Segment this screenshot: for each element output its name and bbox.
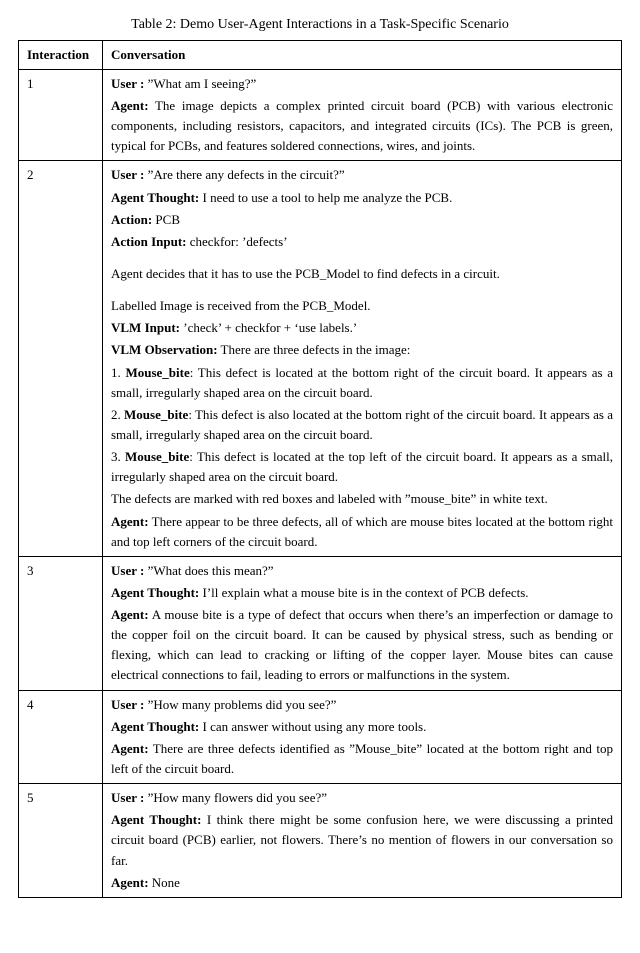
user-label: User : bbox=[111, 167, 144, 182]
table-header-row: Interaction Conversation bbox=[19, 40, 622, 69]
user-text: ”What does this mean?” bbox=[144, 563, 273, 578]
interaction-number: 2 bbox=[19, 161, 103, 556]
user-label: User : bbox=[111, 563, 144, 578]
conversation-cell: User : ”What does this mean?” Agent Thou… bbox=[103, 556, 622, 690]
agent-label: Agent: bbox=[111, 514, 149, 529]
conversation-cell: User : ”What am I seeing?” Agent: The im… bbox=[103, 69, 622, 161]
interactions-table: Interaction Conversation 1 User : ”What … bbox=[18, 40, 622, 898]
user-text: ”How many flowers did you see?” bbox=[144, 790, 327, 805]
agent-thought-label: Agent Thought: bbox=[111, 812, 201, 827]
table-caption: Table 2: Demo User-Agent Interactions in… bbox=[18, 14, 622, 36]
vlm-obs-label: VLM Observation: bbox=[111, 342, 218, 357]
conversation-cell: User : ”How many flowers did you see?” A… bbox=[103, 784, 622, 898]
agent-thought-text: I can answer without using any more tool… bbox=[199, 719, 426, 734]
agent-thought-line: Agent Thought: I need to use a tool to h… bbox=[111, 188, 613, 208]
narrative-line: Labelled Image is received from the PCB_… bbox=[111, 296, 613, 316]
agent-line: Agent: The image depicts a complex print… bbox=[111, 96, 613, 156]
defect-name: Mouse_bite bbox=[125, 365, 189, 380]
interaction-number: 5 bbox=[19, 784, 103, 898]
agent-label: Agent: bbox=[111, 741, 149, 756]
vlm-input-text: ’check’ + checkfor + ‘use labels.’ bbox=[180, 320, 357, 335]
agent-text: None bbox=[149, 875, 180, 890]
action-line: Action: PCB bbox=[111, 210, 613, 230]
agent-thought-text: I’ll explain what a mouse bite is in the… bbox=[199, 585, 528, 600]
action-input-text: checkfor: ’defects’ bbox=[187, 234, 288, 249]
agent-thought-line: Agent Thought: I’ll explain what a mouse… bbox=[111, 583, 613, 603]
agent-thought-text: I need to use a tool to help me analyze … bbox=[199, 190, 452, 205]
agent-thought-label: Agent Thought: bbox=[111, 719, 199, 734]
vlm-obs-text: There are three defects in the image: bbox=[218, 342, 411, 357]
agent-line: Agent: A mouse bite is a type of defect … bbox=[111, 605, 613, 686]
user-line: User : ”Are there any defects in the cir… bbox=[111, 165, 613, 185]
table-row: 4 User : ”How many problems did you see?… bbox=[19, 690, 622, 784]
defect-prefix: 2. bbox=[111, 407, 124, 422]
agent-text: The image depicts a complex printed circ… bbox=[111, 98, 613, 153]
defect-prefix: 1. bbox=[111, 365, 125, 380]
action-text: PCB bbox=[152, 212, 180, 227]
agent-label: Agent: bbox=[111, 98, 149, 113]
agent-label: Agent: bbox=[111, 875, 149, 890]
narrative-line: Agent decides that it has to use the PCB… bbox=[111, 264, 613, 284]
user-label: User : bbox=[111, 76, 144, 91]
interaction-number: 3 bbox=[19, 556, 103, 690]
defect-name: Mouse_bite bbox=[124, 407, 188, 422]
table-row: 1 User : ”What am I seeing?” Agent: The … bbox=[19, 69, 622, 161]
action-input-label: Action Input: bbox=[111, 234, 187, 249]
defect-tail: The defects are marked with red boxes an… bbox=[111, 489, 613, 509]
vlm-obs-line: VLM Observation: There are three defects… bbox=[111, 340, 613, 360]
user-label: User : bbox=[111, 697, 144, 712]
defect-name: Mouse_bite bbox=[125, 449, 189, 464]
agent-label: Agent: bbox=[111, 607, 149, 622]
vlm-input-label: VLM Input: bbox=[111, 320, 180, 335]
conversation-cell: User : ”How many problems did you see?” … bbox=[103, 690, 622, 784]
agent-thought-label: Agent Thought: bbox=[111, 190, 199, 205]
table-row: 5 User : ”How many flowers did you see?”… bbox=[19, 784, 622, 898]
agent-thought-line: Agent Thought: I can answer without usin… bbox=[111, 717, 613, 737]
interaction-number: 1 bbox=[19, 69, 103, 161]
agent-text: There are three defects identified as ”M… bbox=[111, 741, 613, 776]
table-row: 2 User : ”Are there any defects in the c… bbox=[19, 161, 622, 556]
user-text: ”How many problems did you see?” bbox=[144, 697, 336, 712]
agent-text: There appear to be three defects, all of… bbox=[111, 514, 613, 549]
user-line: User : ”What does this mean?” bbox=[111, 561, 613, 581]
defect-prefix: 3. bbox=[111, 449, 125, 464]
defect-line: 3. Mouse_bite: This defect is located at… bbox=[111, 447, 613, 487]
user-line: User : ”How many problems did you see?” bbox=[111, 695, 613, 715]
user-line: User : ”What am I seeing?” bbox=[111, 74, 613, 94]
table-row: 3 User : ”What does this mean?” Agent Th… bbox=[19, 556, 622, 690]
header-interaction: Interaction bbox=[19, 40, 103, 69]
user-label: User : bbox=[111, 790, 144, 805]
agent-thought-label: Agent Thought: bbox=[111, 585, 199, 600]
user-text: ”Are there any defects in the circuit?” bbox=[144, 167, 344, 182]
header-conversation: Conversation bbox=[103, 40, 622, 69]
agent-line: Agent: There are three defects identifie… bbox=[111, 739, 613, 779]
vlm-input-line: VLM Input: ’check’ + checkfor + ‘use lab… bbox=[111, 318, 613, 338]
agent-line: Agent: There appear to be three defects,… bbox=[111, 512, 613, 552]
agent-line: Agent: None bbox=[111, 873, 613, 893]
agent-text: A mouse bite is a type of defect that oc… bbox=[111, 607, 613, 682]
user-text: ”What am I seeing?” bbox=[144, 76, 256, 91]
defect-line: 2. Mouse_bite: This defect is also locat… bbox=[111, 405, 613, 445]
agent-thought-line: Agent Thought: I think there might be so… bbox=[111, 810, 613, 870]
interaction-number: 4 bbox=[19, 690, 103, 784]
conversation-cell: User : ”Are there any defects in the cir… bbox=[103, 161, 622, 556]
defect-line: 1. Mouse_bite: This defect is located at… bbox=[111, 363, 613, 403]
user-line: User : ”How many flowers did you see?” bbox=[111, 788, 613, 808]
action-input-line: Action Input: checkfor: ’defects’ bbox=[111, 232, 613, 252]
action-label: Action: bbox=[111, 212, 152, 227]
